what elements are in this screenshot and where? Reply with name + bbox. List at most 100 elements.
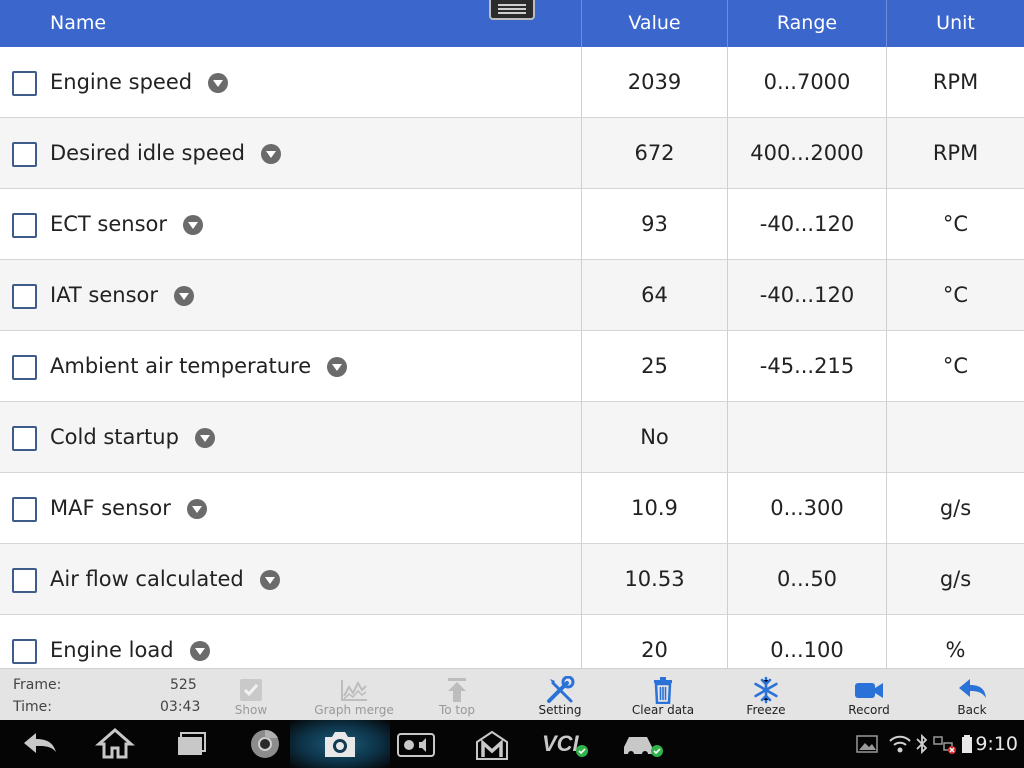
table-row[interactable]: Engine load 20 0...100 % xyxy=(0,615,1024,668)
parameter-name: Ambient air temperature xyxy=(50,354,312,378)
row-checkbox[interactable] xyxy=(12,71,37,96)
to-top-button[interactable]: To top xyxy=(407,669,507,721)
record-button[interactable]: Record xyxy=(819,669,919,721)
parameter-name: Air flow calculated xyxy=(50,567,244,591)
parameter-name-cell: Engine speed xyxy=(50,47,229,118)
home-icon[interactable] xyxy=(95,726,135,760)
parameter-value: 25 xyxy=(641,354,668,378)
table-row[interactable]: Air flow calculated 10.53 0...50 g/s xyxy=(0,544,1024,615)
parameter-value: 20 xyxy=(641,638,668,662)
parameter-name-cell: Cold startup xyxy=(50,402,215,473)
gallery-notification-icon xyxy=(856,735,878,753)
setting-button[interactable]: Setting xyxy=(510,669,610,721)
table-row[interactable]: Engine speed 2039 0...7000 RPM xyxy=(0,47,1024,118)
row-checkbox[interactable] xyxy=(12,568,37,593)
dropdown-icon[interactable] xyxy=(208,72,229,93)
row-checkbox[interactable] xyxy=(12,497,37,522)
parameter-value: 10.9 xyxy=(631,496,678,520)
dropdown-icon[interactable] xyxy=(183,214,204,235)
snowflake-icon xyxy=(754,676,778,704)
record-label: Record xyxy=(848,703,890,717)
parameter-range: -40...120 xyxy=(759,283,855,307)
maxi-app-icon[interactable] xyxy=(472,728,512,762)
dropdown-icon[interactable] xyxy=(194,427,215,448)
parameter-name-cell: Desired idle speed xyxy=(50,118,281,189)
clear-data-button[interactable]: Clear data xyxy=(613,669,713,721)
column-header-value[interactable]: Value xyxy=(582,0,727,47)
chrome-browser-icon[interactable] xyxy=(245,726,285,762)
status-clock: 9:10 xyxy=(975,733,1018,755)
to-top-label: To top xyxy=(438,703,476,717)
parameter-name-cell: Engine load xyxy=(50,615,210,668)
wifi-icon xyxy=(889,735,911,753)
parameter-unit: °C xyxy=(942,283,969,307)
parameter-range: 0...7000 xyxy=(763,70,851,94)
graph-icon xyxy=(341,680,367,701)
freeze-button[interactable]: Freeze xyxy=(716,669,816,721)
graph-merge-button[interactable]: Graph merge xyxy=(304,669,404,721)
parameter-unit: °C xyxy=(942,212,969,236)
parameter-unit: °C xyxy=(942,354,969,378)
parameter-range: 0...50 xyxy=(776,567,838,591)
dropdown-icon[interactable] xyxy=(186,498,207,519)
back-nav-icon[interactable] xyxy=(20,728,60,760)
back-arrow-icon xyxy=(959,679,986,698)
drag-handle-icon[interactable] xyxy=(489,0,535,20)
table-row[interactable]: Ambient air temperature 25 -45...215 °C xyxy=(0,331,1024,402)
show-button[interactable]: Show xyxy=(201,669,301,721)
row-checkbox[interactable] xyxy=(12,142,37,167)
column-divider xyxy=(886,47,887,668)
arrow-up-icon xyxy=(448,678,466,702)
row-checkbox[interactable] xyxy=(12,426,37,451)
frame-label: Frame: xyxy=(13,677,62,693)
battery-icon xyxy=(962,735,972,753)
time-label: Time: xyxy=(13,699,52,715)
trash-icon xyxy=(654,677,672,704)
parameter-unit: g/s xyxy=(939,496,972,520)
row-checkbox[interactable] xyxy=(12,355,37,380)
brightness-volume-icon[interactable] xyxy=(396,728,436,760)
dropdown-icon[interactable] xyxy=(261,143,281,164)
table-row[interactable]: Desired idle speed 672 400...2000 RPM xyxy=(0,118,1024,189)
dropdown-icon[interactable] xyxy=(259,569,280,590)
parameter-unit: % xyxy=(945,638,966,662)
dropdown-icon[interactable] xyxy=(174,285,195,306)
vci-status-icon[interactable]: VCI xyxy=(540,727,592,761)
parameter-name-cell: ECT sensor xyxy=(50,189,204,260)
vehicle-icon[interactable] xyxy=(620,727,668,761)
parameter-unit xyxy=(887,402,1024,473)
ethernet-disconnected-icon xyxy=(933,736,956,754)
back-button[interactable]: Back xyxy=(922,669,1022,721)
parameter-name: ECT sensor xyxy=(50,212,168,236)
parameter-name: Engine load xyxy=(50,638,174,662)
table-row[interactable]: ECT sensor 93 -40...120 °C xyxy=(0,189,1024,260)
vci-label: VCI xyxy=(542,731,580,756)
table-header: Name Value Range Unit xyxy=(0,0,1024,47)
freeze-label: Freeze xyxy=(746,703,786,717)
parameter-name: Cold startup xyxy=(50,425,179,449)
table-row[interactable]: Cold startup No xyxy=(0,402,1024,473)
show-label: Show xyxy=(234,703,268,717)
row-checkbox[interactable] xyxy=(12,213,37,238)
dropdown-icon[interactable] xyxy=(327,356,348,377)
column-header-name[interactable]: Name xyxy=(50,0,106,47)
parameter-name: Desired idle speed xyxy=(50,141,245,165)
dropdown-icon[interactable] xyxy=(189,640,210,661)
graph-merge-label: Graph merge xyxy=(314,703,394,717)
column-header-unit[interactable]: Unit xyxy=(887,0,1024,47)
back-label: Back xyxy=(957,703,987,717)
row-checkbox[interactable] xyxy=(12,284,37,309)
table-row[interactable]: IAT sensor 64 -40...120 °C xyxy=(0,260,1024,331)
recent-apps-icon[interactable] xyxy=(170,728,210,760)
column-header-range[interactable]: Range xyxy=(728,0,886,47)
camera-icon[interactable] xyxy=(320,727,360,761)
bluetooth-icon xyxy=(916,734,928,754)
table-row[interactable]: MAF sensor 10.9 0...300 g/s xyxy=(0,473,1024,544)
column-divider xyxy=(581,47,582,668)
parameter-range: -40...120 xyxy=(759,212,855,236)
column-divider xyxy=(727,47,728,668)
parameter-range: -45...215 xyxy=(759,354,855,378)
parameter-unit: RPM xyxy=(932,70,979,94)
row-checkbox[interactable] xyxy=(12,639,37,664)
data-stream-table[interactable]: Engine speed 2039 0...7000 RPM Desired i… xyxy=(0,47,1024,668)
